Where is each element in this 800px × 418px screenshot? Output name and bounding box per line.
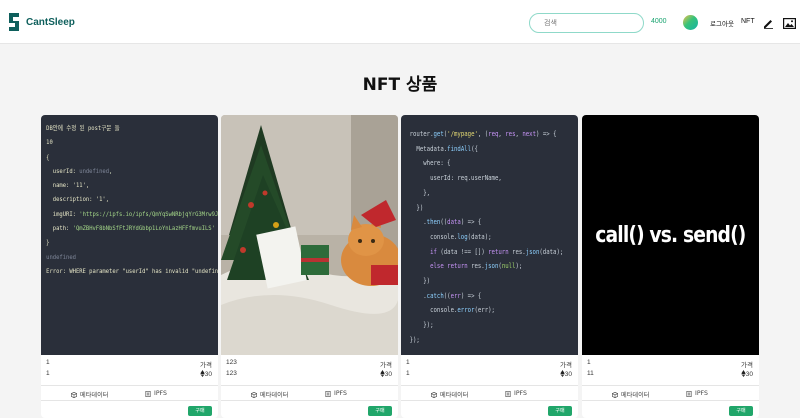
image-text: call() vs. send() <box>595 222 746 248</box>
file-icon <box>505 390 511 397</box>
search-input[interactable] <box>529 13 644 33</box>
price-value: 30 <box>560 370 572 378</box>
nft-description: 11 <box>587 370 594 377</box>
buy-button[interactable]: 구매 <box>548 406 572 416</box>
price-value: 30 <box>200 370 212 378</box>
metadata-button[interactable]: 메타데이터 <box>251 390 288 399</box>
pen-icon[interactable] <box>763 16 774 29</box>
metadata-button[interactable]: 메타데이터 <box>71 390 108 399</box>
nft-image[interactable]: DB안에 수정 된 post구문 들 10 { userId: undefine… <box>41 115 218 355</box>
logout-button[interactable]: 로그아웃 <box>710 18 734 28</box>
metadata-button[interactable]: 메타데이터 <box>431 390 468 399</box>
price-label: 가격 <box>200 361 212 369</box>
page-title: NFT 상품 <box>362 75 438 95</box>
ipfs-button[interactable]: IPFS <box>145 390 167 397</box>
nft-info: 1 1 가격 30 <box>41 355 218 385</box>
ipfs-button[interactable]: IPFS <box>505 390 527 397</box>
metadata-button[interactable]: 메타데이터 <box>612 390 649 399</box>
card-actions: 메타데이터 IPFS <box>582 385 759 401</box>
image-icon[interactable] <box>783 16 797 30</box>
cantsleep-logo-icon <box>8 12 20 32</box>
brand-name: CantSleep <box>26 16 75 28</box>
nft-card[interactable]: call() vs. send() 1 11 가격 30 메타데이터 IPFS … <box>582 115 759 418</box>
card-actions: 메타데이터 IPFS <box>401 385 578 401</box>
price-value: 30 <box>741 370 753 378</box>
token-balance: 4000 <box>651 18 667 25</box>
ipfs-button[interactable]: IPFS <box>686 390 708 397</box>
nft-card[interactable]: 123 123 가격 30 메타데이터 IPFS 구매 <box>221 115 398 418</box>
price-label: 가격 <box>560 361 572 369</box>
nft-description: 123 <box>226 370 237 377</box>
cat-christmas-photo <box>221 115 398 355</box>
buy-button[interactable]: 구매 <box>188 406 212 416</box>
nft-nav-link[interactable]: NFT <box>741 18 755 25</box>
top-navbar: CantSleep 4000 로그아웃 NFT <box>0 0 800 44</box>
nft-info: 1 11 가격 30 <box>582 355 759 385</box>
nft-name: 1 <box>406 359 410 366</box>
cube-icon <box>431 391 437 398</box>
nft-description: 1 <box>46 370 50 377</box>
nft-image[interactable]: router.get('/mypage', (req, res, next) =… <box>401 115 578 355</box>
brand-link[interactable]: CantSleep <box>8 12 75 32</box>
nft-card[interactable]: DB안에 수정 된 post구문 들 10 { userId: undefine… <box>41 115 218 418</box>
buy-button[interactable]: 구매 <box>729 406 753 416</box>
nft-info: 123 123 가격 30 <box>221 355 398 385</box>
nft-name: 123 <box>226 359 237 366</box>
price-value: 30 <box>380 370 392 378</box>
buy-button[interactable]: 구매 <box>368 406 392 416</box>
cube-icon <box>612 391 618 398</box>
cube-icon <box>251 391 257 398</box>
card-actions: 메타데이터 IPFS <box>221 385 398 401</box>
nft-name: 1 <box>587 359 591 366</box>
nft-card[interactable]: router.get('/mypage', (req, res, next) =… <box>401 115 578 418</box>
file-icon <box>686 390 692 397</box>
nft-info: 1 1 가격 30 <box>401 355 578 385</box>
nft-description: 1 <box>406 370 410 377</box>
price-label: 가격 <box>380 361 392 369</box>
file-icon <box>145 390 151 397</box>
nft-image[interactable]: call() vs. send() <box>582 115 759 355</box>
card-actions: 메타데이터 IPFS <box>41 385 218 401</box>
nft-name: 1 <box>46 359 50 366</box>
file-icon <box>325 390 331 397</box>
avatar[interactable] <box>683 15 698 30</box>
cube-icon <box>71 391 77 398</box>
ipfs-button[interactable]: IPFS <box>325 390 347 397</box>
nft-image[interactable] <box>221 115 398 355</box>
price-label: 가격 <box>741 361 753 369</box>
